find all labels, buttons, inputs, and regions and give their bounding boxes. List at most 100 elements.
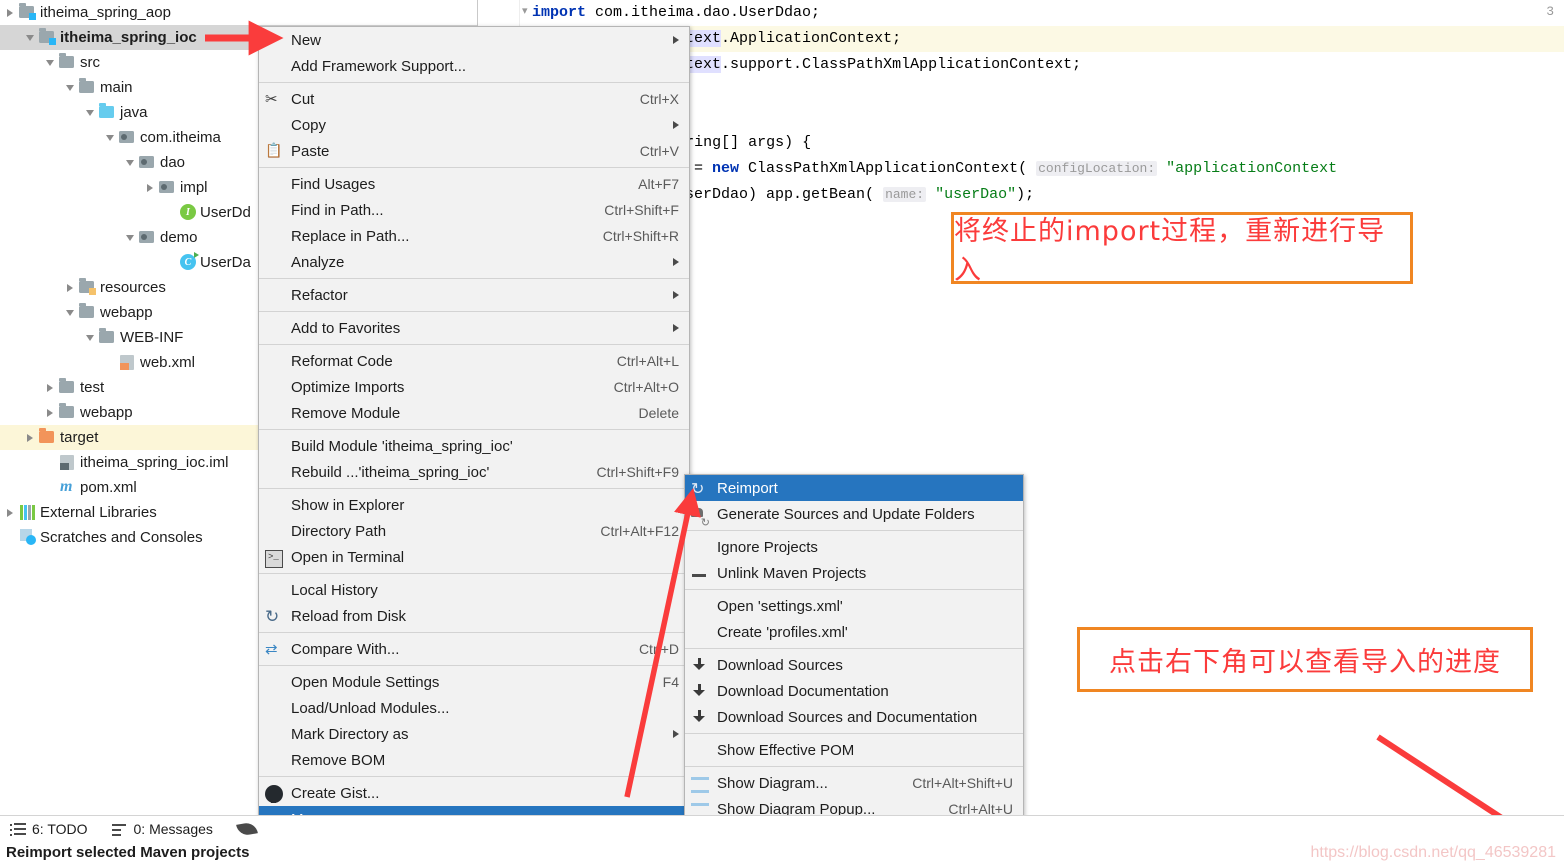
menu-item-copy[interactable]: Copy <box>259 112 689 138</box>
menu-separator <box>259 573 689 574</box>
menu-item-open-module-settings[interactable]: Open Module Settings F4 <box>259 669 689 695</box>
menu-item-mark-directory-as[interactable]: Mark Directory as <box>259 721 689 747</box>
submenu-chevron-icon <box>673 730 679 738</box>
menu-item-directory-path[interactable]: Directory Path Ctrl+Alt+F12 <box>259 518 689 544</box>
watermark: https://blog.csdn.net/qq_46539281 <box>1310 844 1556 861</box>
menu-item-remove-bom[interactable]: Remove BOM <box>259 747 689 773</box>
menu-separator <box>259 776 689 777</box>
menu-item-analyze[interactable]: Analyze <box>259 249 689 275</box>
tree-twisty-closed-icon[interactable] <box>42 400 58 425</box>
submenu-chevron-icon <box>673 36 679 44</box>
menu-item-label: Show Effective POM <box>717 741 855 759</box>
menu-item-open-settings-xml[interactable]: Open 'settings.xml' <box>685 593 1023 619</box>
tree-twisty-open-icon[interactable] <box>102 125 118 150</box>
menu-item-add-framework-support[interactable]: Add Framework Support... <box>259 53 689 79</box>
tree-twisty-open-icon[interactable] <box>82 100 98 125</box>
menu-item-show-in-explorer[interactable]: Show in Explorer <box>259 492 689 518</box>
iml-file-icon <box>58 450 78 475</box>
tree-twisty-closed-icon[interactable] <box>142 175 158 200</box>
submenu-chevron-icon <box>673 258 679 266</box>
tree-item-label: web.xml <box>140 354 196 371</box>
tree-twisty-open-icon[interactable] <box>42 50 58 75</box>
menu-item-label: Load/Unload Modules... <box>291 699 450 717</box>
library-icon <box>18 500 38 525</box>
menu-item-label: Open 'settings.xml' <box>717 597 843 615</box>
menu-item-label: Mark Directory as <box>291 725 409 743</box>
menu-item-label: Unlink Maven Projects <box>717 564 867 582</box>
maven-file-icon: m <box>60 478 73 495</box>
folder-icon <box>58 400 78 425</box>
menu-item-label: Create 'profiles.xml' <box>717 623 848 641</box>
tree-item-label: demo <box>160 229 198 246</box>
menu-item-remove-module[interactable]: Remove Module Delete <box>259 400 689 426</box>
menu-item-unlink-maven-projects[interactable]: Unlink Maven Projects <box>685 560 1023 586</box>
project-context-menu[interactable]: New Add Framework Support... Cut Ctrl+X Copy… <box>258 26 690 862</box>
tree-item-label: impl <box>180 179 208 196</box>
menu-item-rebuild-itheima-spring-ioc[interactable]: Rebuild ...'itheima_spring_ioc' Ctrl+Shif… <box>259 459 689 485</box>
menu-item-label: Download Sources and Documentation <box>717 708 978 726</box>
tree-twisty-open-icon[interactable] <box>22 25 38 50</box>
menu-item-local-history[interactable]: Local History <box>259 577 689 603</box>
menu-item-optimize-imports[interactable]: Optimize Imports Ctrl+Alt+O <box>259 374 689 400</box>
menu-separator <box>259 311 689 312</box>
tree-twisty-open-icon[interactable] <box>122 225 138 250</box>
interface-icon: I <box>178 200 198 225</box>
tree-item-label: java <box>120 104 148 121</box>
menu-item-reformat-code[interactable]: Reformat Code Ctrl+Alt+L <box>259 348 689 374</box>
menu-item-label: Ignore Projects <box>717 538 818 556</box>
menu-item-shortcut: Ctrl+Alt+Shift+U <box>912 775 1013 791</box>
tree-item-label: WEB-INF <box>120 329 184 346</box>
menu-item-cut[interactable]: Cut Ctrl+X <box>259 86 689 112</box>
menu-item-ignore-projects[interactable]: Ignore Projects <box>685 534 1023 560</box>
menu-item-shortcut: Ctrl+X <box>639 91 679 107</box>
messages-icon <box>111 822 128 836</box>
menu-item-download-documentation[interactable]: Download Documentation <box>685 678 1023 704</box>
clipboard-icon <box>265 142 283 160</box>
menu-item-show-diagram[interactable]: Show Diagram... Ctrl+Alt+Shift+U <box>685 770 1023 796</box>
menu-item-reimport[interactable]: Reimport <box>685 475 1023 501</box>
download-icon <box>691 658 709 676</box>
menu-item-download-sources[interactable]: Download Sources <box>685 652 1023 678</box>
tree-item-label: UserDa <box>200 254 251 271</box>
menu-item-paste[interactable]: Paste Ctrl+V <box>259 138 689 164</box>
tree-twisty-closed-icon[interactable] <box>22 425 38 450</box>
menu-separator <box>685 530 1023 531</box>
folder-icon <box>58 375 78 400</box>
excluded-folder-icon <box>38 425 58 450</box>
tree-twisty-open-icon[interactable] <box>82 325 98 350</box>
menu-separator <box>259 167 689 168</box>
tree-twisty-open-icon[interactable] <box>122 150 138 175</box>
menu-item-find-in-path[interactable]: Find in Path... Ctrl+Shift+F <box>259 197 689 223</box>
menu-item-show-effective-pom[interactable]: Show Effective POM <box>685 737 1023 763</box>
menu-item-replace-in-path[interactable]: Replace in Path... Ctrl+Shift+R <box>259 223 689 249</box>
tree-twisty-open-icon[interactable] <box>62 300 78 325</box>
menu-item-open-in-terminal[interactable]: Open in Terminal <box>259 544 689 570</box>
menu-item-add-to-favorites[interactable]: Add to Favorites <box>259 315 689 341</box>
tree-twisty-closed-icon[interactable] <box>42 375 58 400</box>
menu-item-label: Local History <box>291 581 378 599</box>
menu-item-create-gist[interactable]: Create Gist... <box>259 780 689 806</box>
tree-item-label: pom.xml <box>80 479 137 496</box>
menu-item-new[interactable]: New <box>259 27 689 53</box>
tree-twisty-closed-icon[interactable] <box>2 500 18 525</box>
menu-item-compare-with[interactable]: Compare With... Ctrl+D <box>259 636 689 662</box>
menu-item-refactor[interactable]: Refactor <box>259 282 689 308</box>
status-todo[interactable]: 6: TODO <box>0 821 102 837</box>
menu-item-generate-sources-and-update-folders[interactable]: Generate Sources and Update Folders <box>685 501 1023 529</box>
menu-item-reload-from-disk[interactable]: Reload from Disk <box>259 603 689 629</box>
tree-twisty-closed-icon[interactable] <box>2 0 18 25</box>
menu-item-download-sources-and-documentation[interactable]: Download Sources and Documentation <box>685 704 1023 730</box>
status-messages[interactable]: 0: Messages <box>102 821 227 837</box>
menu-item-build-module-itheima-spring-ioc[interactable]: Build Module 'itheima_spring_ioc' <box>259 433 689 459</box>
status-spring[interactable] <box>227 821 275 837</box>
tree-item-itheima-spring-aop[interactable]: itheima_spring_aop <box>0 0 477 25</box>
menu-item-create-profiles-xml[interactable]: Create 'profiles.xml' <box>685 619 1023 645</box>
menu-item-load-unload-modules[interactable]: Load/Unload Modules... <box>259 695 689 721</box>
menu-separator <box>259 665 689 666</box>
maven-submenu[interactable]: Reimport Generate Sources and Update Fold… <box>684 474 1024 823</box>
menu-item-find-usages[interactable]: Find Usages Alt+F7 <box>259 171 689 197</box>
diagram-icon <box>691 776 709 794</box>
menu-item-shortcut: Ctrl+V <box>639 143 679 159</box>
tree-twisty-open-icon[interactable] <box>62 75 78 100</box>
tree-twisty-closed-icon[interactable] <box>62 275 78 300</box>
